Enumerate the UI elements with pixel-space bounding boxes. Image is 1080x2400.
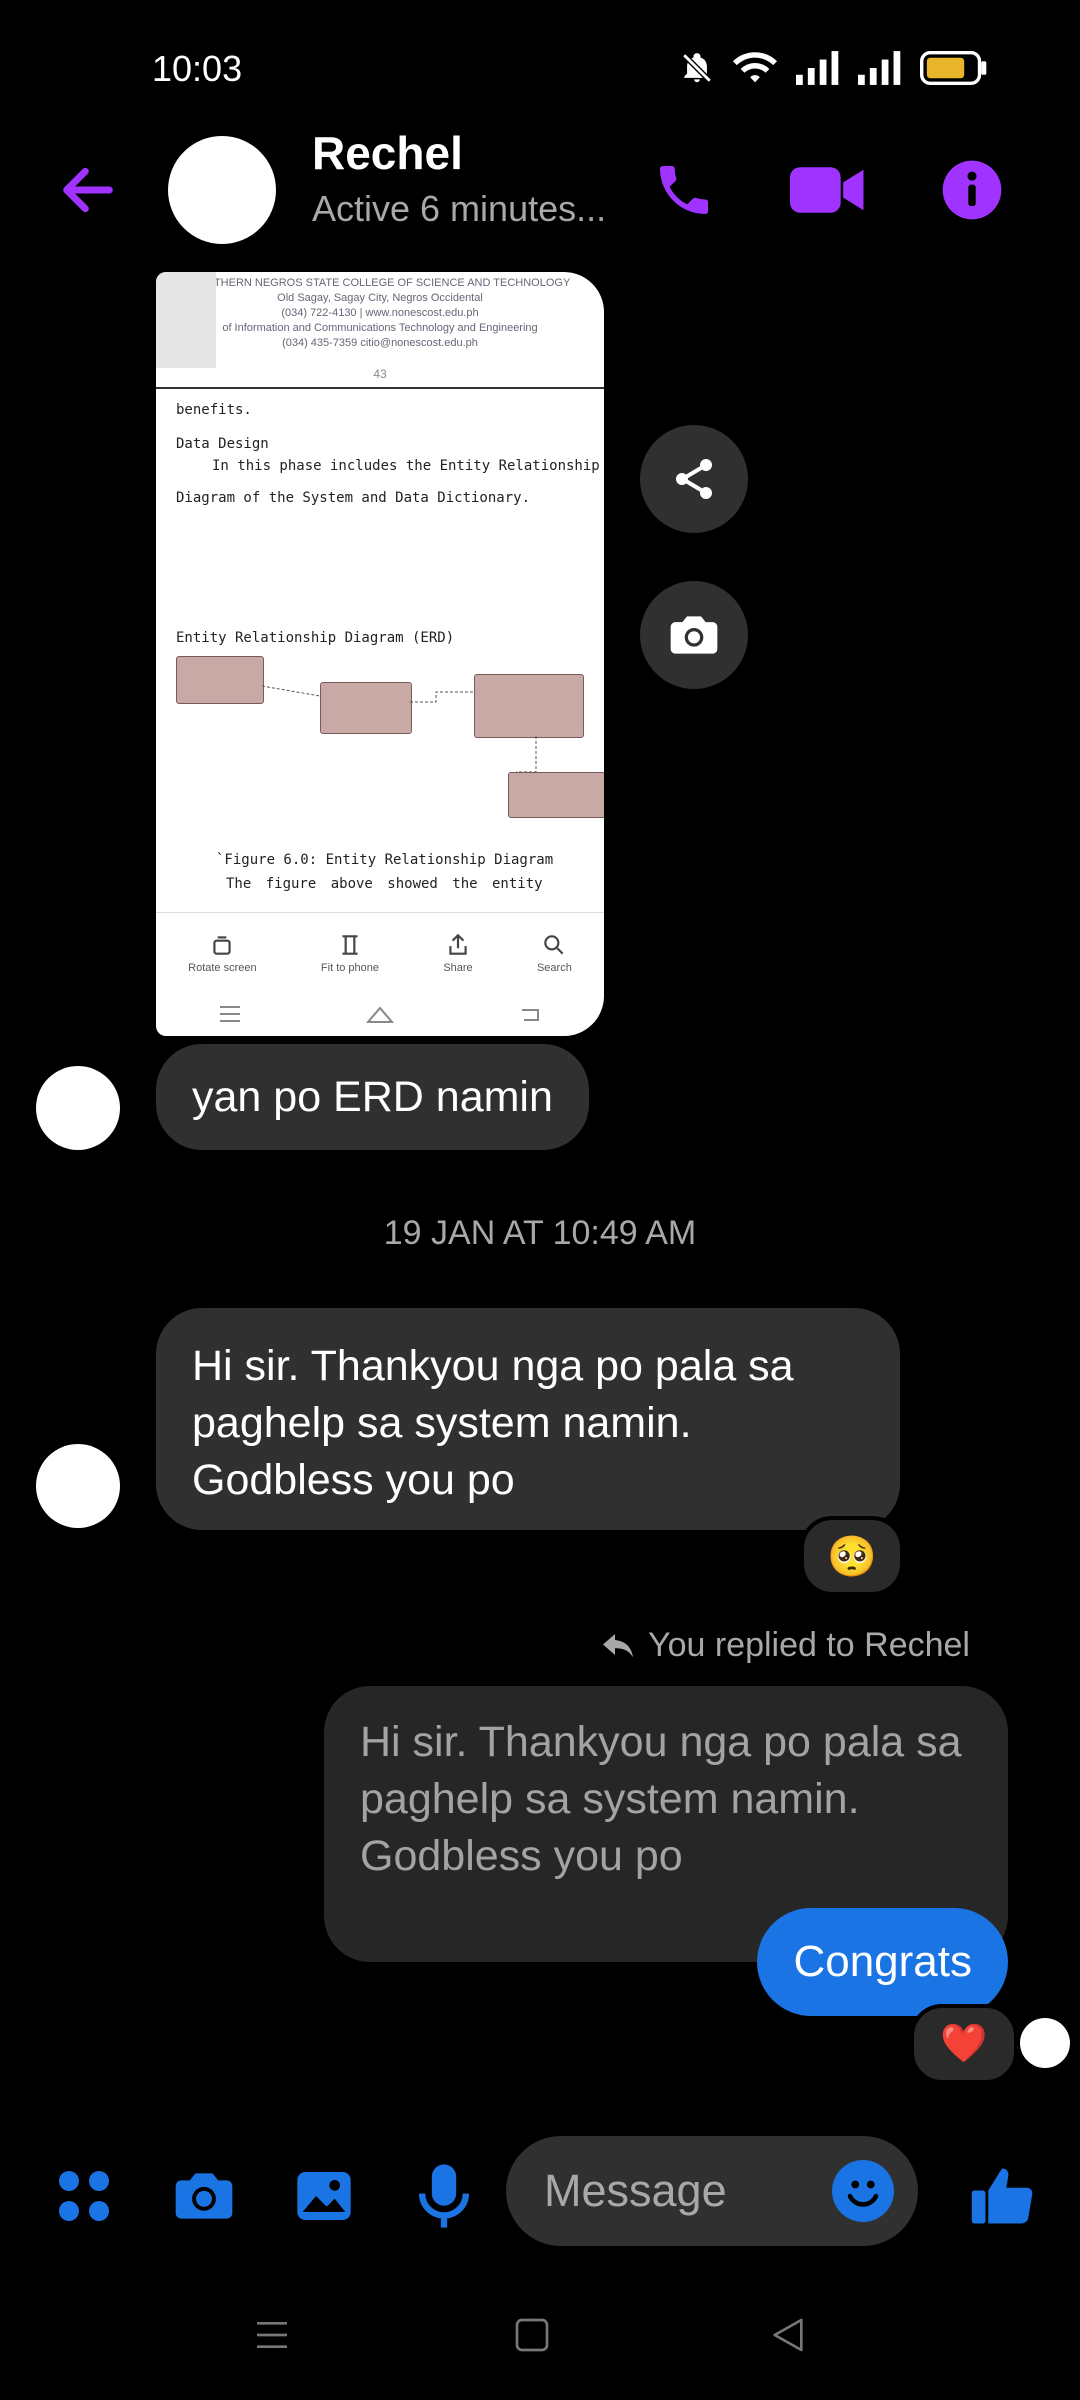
reply-context-label: You replied to Rechel bbox=[600, 1626, 970, 1665]
fit-icon bbox=[342, 935, 358, 955]
letterhead-line: NORTHERN NEGROS STATE COLLEGE OF SCIENCE… bbox=[189, 277, 571, 289]
menu-icon bbox=[257, 2322, 287, 2348]
info-button[interactable] bbox=[930, 148, 1014, 232]
menu-icon bbox=[219, 1006, 240, 1022]
square-icon bbox=[515, 2318, 549, 2352]
home-icon bbox=[365, 1006, 395, 1023]
document-letterhead: NORTHERN NEGROS STATE COLLEGE OF SCIENCE… bbox=[156, 272, 604, 372]
erd-connectors bbox=[261, 685, 537, 773]
share-image-button[interactable] bbox=[640, 425, 748, 533]
rotate-screen-button: Rotate screen bbox=[188, 932, 257, 974]
back-button[interactable] bbox=[48, 150, 128, 230]
battery-icon bbox=[920, 51, 987, 85]
share-icon bbox=[676, 459, 712, 499]
wifi-icon bbox=[732, 52, 778, 83]
document-nav-bar bbox=[156, 992, 604, 1036]
doc-text: benefits. bbox=[176, 402, 252, 418]
recent-apps-button[interactable] bbox=[232, 2300, 312, 2370]
voice-message-button[interactable] bbox=[404, 2156, 484, 2236]
contact-avatar[interactable] bbox=[168, 136, 276, 244]
info-icon bbox=[942, 160, 1002, 220]
grid-dots-icon bbox=[59, 2171, 109, 2221]
document-viewer-toolbar: Rotate screen Fit to phone Share Search bbox=[156, 912, 604, 993]
triangle-back-icon bbox=[773, 2318, 803, 2352]
message-reaction[interactable]: 🥺 bbox=[800, 1516, 904, 1596]
more-actions-button[interactable] bbox=[44, 2156, 124, 2236]
toolbar-label: Fit to phone bbox=[320, 962, 380, 974]
like-button[interactable] bbox=[962, 2156, 1042, 2236]
fit-to-phone-button: Fit to phone bbox=[321, 932, 379, 974]
signal-icon-2 bbox=[858, 51, 901, 85]
doc-search-button: Search bbox=[537, 932, 572, 974]
share-icon bbox=[449, 933, 467, 955]
figure-caption: `Figure 6.0: Entity Relationship Diagram bbox=[216, 852, 554, 868]
video-call-button[interactable] bbox=[786, 148, 870, 232]
letterhead-line: Old Sagay, Sagay City, Negros Occidental bbox=[277, 292, 483, 304]
sender-avatar[interactable] bbox=[36, 1444, 120, 1528]
smiley-icon bbox=[847, 2180, 879, 2207]
seen-avatar bbox=[1020, 2018, 1070, 2068]
doc-heading: Data Design bbox=[176, 436, 269, 452]
back-icon bbox=[522, 1009, 540, 1021]
muted-bell-icon bbox=[682, 53, 712, 83]
shared-document-image[interactable]: NORTHERN NEGROS STATE COLLEGE OF SCIENCE… bbox=[156, 272, 604, 1036]
status-time: 10:03 bbox=[152, 48, 243, 89]
sender-avatar[interactable] bbox=[36, 1066, 120, 1150]
doc-text: In this phase includes the Entity Relati… bbox=[212, 458, 600, 474]
emoji-button[interactable] bbox=[832, 2160, 894, 2222]
reply-arrow-icon bbox=[603, 1633, 634, 1657]
toolbar-label: Share bbox=[443, 962, 473, 974]
camera-button[interactable] bbox=[164, 2156, 244, 2236]
voice-call-button[interactable] bbox=[642, 148, 726, 232]
document-page-number: 43 bbox=[156, 367, 604, 389]
message-bubble[interactable]: Hi sir. Thankyou nga po pala sa paghelp … bbox=[156, 1308, 900, 1530]
doc-text: Diagram of the System and Data Dictionar… bbox=[176, 490, 531, 506]
gallery-button[interactable] bbox=[284, 2156, 364, 2236]
presence-status: Active 6 minutes... bbox=[312, 188, 607, 229]
college-logo bbox=[156, 272, 216, 368]
toolbar-label: Rotate screen bbox=[188, 962, 257, 974]
contact-name[interactable]: Rechel bbox=[312, 126, 463, 180]
message-input[interactable] bbox=[542, 2164, 826, 2218]
phone-icon bbox=[660, 166, 708, 214]
letterhead-line: of Information and Communications Techno… bbox=[222, 322, 538, 334]
message-reaction[interactable]: ❤️ bbox=[910, 2004, 1018, 2084]
arrow-left-icon bbox=[63, 167, 113, 213]
video-camera-icon bbox=[790, 167, 864, 213]
doc-text: The figure above showed the entity bbox=[226, 876, 543, 892]
outgoing-message-bubble[interactable]: Congrats bbox=[757, 1908, 1008, 2016]
replied-text: You replied to Rechel bbox=[648, 1626, 970, 1664]
system-back-button[interactable] bbox=[748, 2300, 828, 2370]
letterhead-line: (034) 435-7359 citio@nonescost.edu.ph bbox=[282, 337, 478, 349]
microphone-icon bbox=[418, 2164, 470, 2228]
toolbar-label: Search bbox=[536, 962, 572, 974]
home-button[interactable] bbox=[492, 2300, 572, 2370]
camera-icon bbox=[670, 616, 718, 654]
camera-icon bbox=[175, 2173, 233, 2219]
message-bubble[interactable]: yan po ERD namin bbox=[156, 1044, 589, 1150]
doc-heading: Entity Relationship Diagram (ERD) bbox=[176, 630, 455, 646]
rotate-icon bbox=[213, 936, 232, 955]
doc-share-button: Share bbox=[443, 932, 473, 974]
message-timestamp: 19 JAN AT 10:49 AM bbox=[383, 1214, 697, 1252]
signal-icon bbox=[796, 51, 839, 85]
status-icons bbox=[680, 50, 988, 86]
letterhead-line: (034) 722-4130 | www.nonescost.edu.ph bbox=[281, 307, 479, 319]
search-icon bbox=[544, 935, 564, 955]
save-image-button[interactable] bbox=[640, 581, 748, 689]
thumbs-up-icon bbox=[971, 2168, 1033, 2224]
image-icon bbox=[297, 2172, 351, 2220]
message-composer bbox=[506, 2136, 918, 2246]
